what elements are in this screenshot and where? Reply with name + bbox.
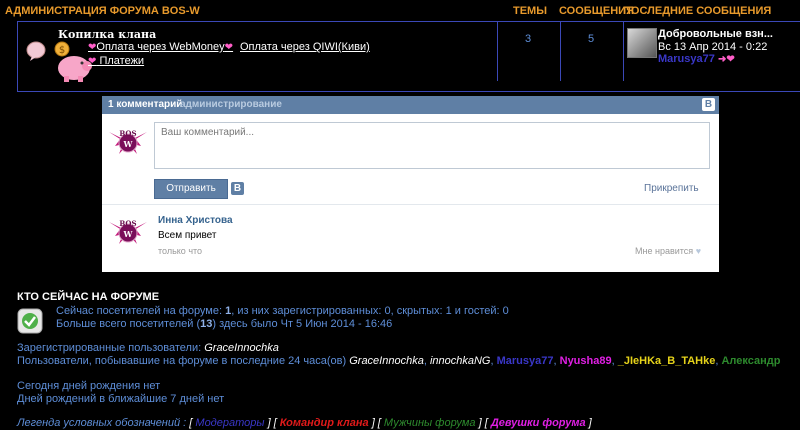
heart-icon: ❤ bbox=[88, 56, 97, 67]
like-button[interactable]: Мне нравится ♥ bbox=[635, 246, 701, 256]
svg-text:W: W bbox=[123, 229, 134, 239]
online-status-icon bbox=[17, 308, 43, 334]
svg-text:W: W bbox=[123, 139, 134, 149]
visitors-line: Сейчас посетителей на форуме: 1, из них … bbox=[56, 305, 509, 317]
comment-author[interactable]: Инна Христова bbox=[158, 215, 233, 226]
send-button[interactable]: Отправить bbox=[154, 179, 228, 199]
heart-icon: ❤ bbox=[224, 42, 234, 53]
subforum-qiwi[interactable]: Оплата через QIWI(Киви) bbox=[240, 41, 370, 53]
attach-link[interactable]: Прикрепить bbox=[644, 183, 699, 194]
comment-text: Всем привет bbox=[158, 230, 217, 241]
svg-text:BOS: BOS bbox=[119, 129, 136, 138]
user-link[interactable]: GraceInnochka bbox=[349, 355, 424, 367]
forum-title[interactable]: Копилка клана bbox=[58, 28, 156, 41]
svg-text:$: $ bbox=[59, 45, 65, 56]
last-post-avatar[interactable] bbox=[627, 28, 657, 58]
comment-time[interactable]: только что bbox=[158, 246, 202, 256]
heart-arrow-icon: ➜❤ bbox=[717, 54, 735, 65]
comment-input[interactable]: Ваш комментарий... bbox=[154, 122, 710, 169]
legend-girls[interactable]: Девушки форума bbox=[491, 417, 586, 429]
legend-line: Легенда условных обозначений : [ Модерат… bbox=[17, 417, 592, 429]
record-line: Больше всего посетителей (13) здесь было… bbox=[56, 318, 393, 330]
column-topics: ТЕМЫ bbox=[513, 5, 547, 17]
user-link[interactable]: GraceInnochka bbox=[204, 342, 279, 354]
legend-moderators[interactable]: Модераторы bbox=[195, 417, 264, 429]
column-divider bbox=[560, 21, 561, 81]
user-link[interactable]: _JIeHKa_B_TAHke bbox=[618, 355, 716, 367]
forum-status-icon bbox=[26, 41, 46, 61]
comments-count[interactable]: 1 комментарий bbox=[108, 99, 182, 110]
subforum-webmoney[interactable]: ❤Оплата через WebMoney❤ bbox=[88, 41, 233, 53]
legend-clan-commander[interactable]: Командир клана bbox=[280, 417, 369, 429]
last-post-title[interactable]: Добровольные взн... bbox=[658, 28, 773, 40]
category-header: АДМИНИСТРАЦИЯ ФОРУМА BOS-W ТЕМЫ СООБЩЕНИ… bbox=[0, 0, 800, 20]
user-link[interactable]: Александр bbox=[721, 355, 780, 367]
last-post-user[interactable]: Marusya77 ➜❤ bbox=[658, 53, 735, 65]
past-24h-users-line: Пользователи, побывавшие на форуме в пос… bbox=[17, 355, 781, 367]
subforum-payments[interactable]: ❤ Платежи bbox=[88, 55, 144, 67]
vk-comments-widget: 1 комментарий администрирование B BOS W … bbox=[102, 96, 719, 272]
vk-widget-header: 1 комментарий администрирование B bbox=[102, 96, 719, 114]
column-divider bbox=[623, 21, 624, 81]
user-link[interactable]: Nyusha89 bbox=[560, 355, 612, 367]
birthdays-week: Дней рождений в ближайшие 7 дней нет bbox=[17, 393, 225, 405]
user-link[interactable]: innochkaNG bbox=[430, 355, 491, 367]
column-last-posts: ПОСЛЕДНИЕ СООБЩЕНИЯ bbox=[623, 5, 772, 17]
user-link[interactable]: Marusya77 bbox=[497, 355, 554, 367]
svg-text:BOS: BOS bbox=[119, 219, 136, 228]
vk-share-icon[interactable]: B bbox=[231, 182, 244, 195]
commenter-avatar[interactable]: BOS W bbox=[107, 212, 149, 252]
user-avatar: BOS W bbox=[109, 129, 147, 154]
online-section-title: КТО СЕЙЧАС НА ФОРУМЕ bbox=[17, 291, 160, 303]
category-title[interactable]: АДМИНИСТРАЦИЯ ФОРУМА BOS-W bbox=[5, 5, 200, 17]
registered-users-line: Зарегистрированные пользователи: GraceIn… bbox=[17, 342, 279, 354]
topics-count: 3 bbox=[525, 33, 532, 45]
divider bbox=[102, 204, 719, 205]
vk-logo-icon[interactable]: B bbox=[702, 98, 715, 111]
birthdays-today: Сегодня дней рождения нет bbox=[17, 380, 161, 392]
heart-icon: ♥ bbox=[695, 246, 702, 256]
column-divider bbox=[497, 21, 498, 81]
admin-link[interactable]: администрирование bbox=[180, 99, 282, 110]
posts-count: 5 bbox=[588, 33, 595, 45]
legend-men[interactable]: Мужчины форума bbox=[384, 417, 476, 429]
last-post-date: Вс 13 Апр 2014 - 0:22 bbox=[658, 41, 768, 53]
